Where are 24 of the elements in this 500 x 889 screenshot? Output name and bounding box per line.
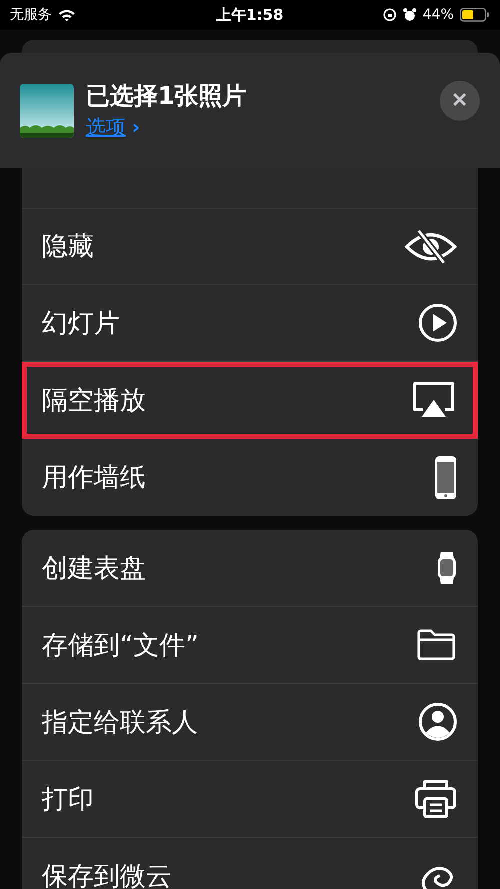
carrier-text: 无服务: [10, 6, 52, 24]
close-button[interactable]: ✕: [440, 80, 480, 120]
header-title: 已选择1张照片: [86, 81, 248, 112]
battery-percent: 44%: [422, 7, 454, 23]
contact-icon: [418, 702, 458, 742]
options-link[interactable]: 选项 ›: [86, 114, 140, 141]
action-row[interactable]: 存储到“文件”: [22, 607, 478, 684]
phone-icon: [434, 454, 458, 500]
action-row[interactable]: 指定给联系人: [22, 684, 478, 761]
action-row[interactable]: 用作墙纸: [22, 439, 478, 516]
rotation-lock-icon: [382, 8, 397, 22]
action-row[interactable]: 隔空播放: [22, 362, 478, 439]
battery-icon: [460, 8, 490, 22]
clock-time: 上午1:58: [216, 6, 284, 24]
play-icon: [418, 303, 458, 343]
action-row[interactable]: 幻灯片: [22, 285, 478, 362]
watch-icon: [436, 550, 458, 586]
action-row[interactable]: 隐藏: [22, 208, 478, 285]
action-row[interactable]: 创建表盘: [22, 530, 478, 607]
action-row[interactable]: 保存到微云: [22, 838, 478, 889]
folder-icon: [416, 628, 458, 662]
printer-icon: [414, 778, 458, 820]
action-row[interactable]: 打印: [22, 761, 478, 838]
wifi-icon: [58, 8, 76, 22]
